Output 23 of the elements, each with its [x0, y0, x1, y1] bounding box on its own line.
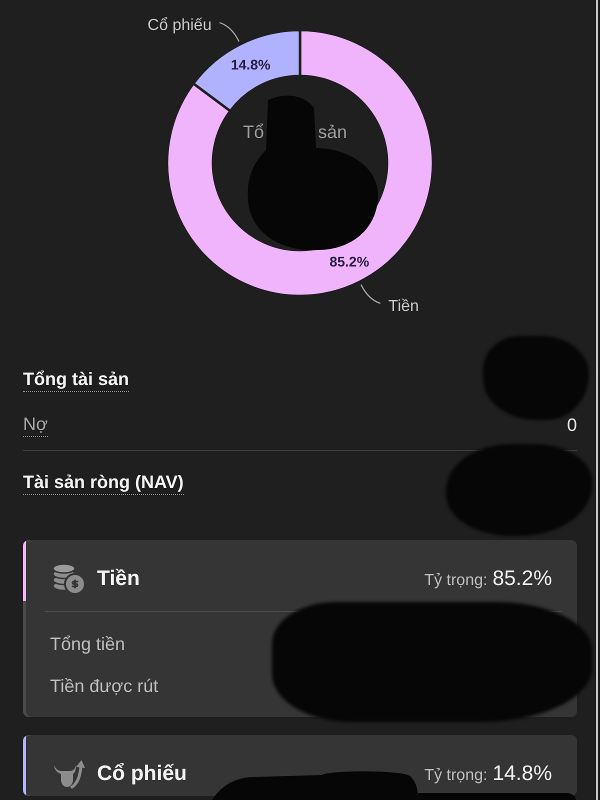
row-label: Tiền được rút — [50, 676, 158, 696]
slice-label: Tiền — [388, 298, 419, 315]
weight-label: Tỷ trọng: — [424, 767, 488, 785]
leader-line — [219, 22, 240, 42]
center-label: Tổ — [242, 122, 264, 142]
row-label: Tổng tiền — [50, 634, 126, 654]
weight-value: 14.8% — [492, 762, 552, 786]
scrollbar[interactable] — [596, 0, 598, 800]
center-label: sản — [318, 122, 348, 142]
summary-value: 0 — [566, 414, 577, 436]
leader-line — [360, 284, 381, 304]
summary-label: Tổng tài sản — [23, 368, 130, 392]
weight-value: 85.2% — [492, 567, 552, 591]
summary-label: Nợ — [23, 413, 48, 437]
summary-label: Tài sản ròng (NAV) — [23, 471, 184, 495]
slice-value-label: 14.8% — [230, 56, 271, 73]
slice-label: Cổ phiếu — [148, 17, 212, 34]
card-title: Tiền — [97, 567, 140, 591]
weight-label: Tỷ trọng: — [424, 572, 488, 590]
card-title: Cổ phiếu — [97, 762, 187, 786]
coins-icon — [52, 563, 86, 595]
bull-icon — [52, 758, 86, 790]
slice-value-label: 85.2% — [329, 253, 370, 270]
